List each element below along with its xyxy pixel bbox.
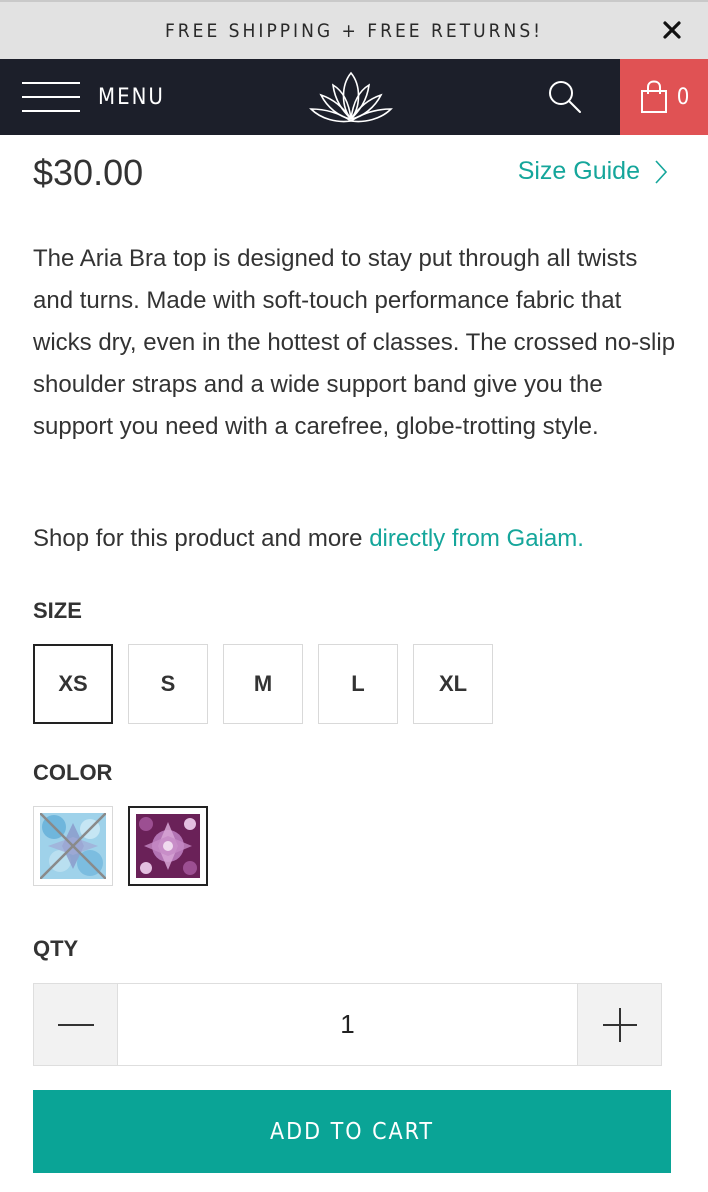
size-guide-label: Size Guide — [517, 157, 640, 185]
cart-button[interactable]: 0 — [620, 59, 708, 135]
qty-label: QTY — [33, 936, 79, 961]
cart-count: 0 — [676, 84, 690, 110]
size-option-m[interactable]: M — [223, 644, 303, 724]
size-selector: XS S M L XL — [33, 644, 508, 724]
minus-icon — [57, 1023, 94, 1026]
announcement-bar: FREE SHIPPING + FREE RETURNS! — [0, 0, 708, 59]
gaiam-link[interactable]: directly from Gaiam. — [369, 525, 584, 552]
qty-decrease-button[interactable] — [34, 984, 118, 1065]
plus-icon — [602, 1007, 637, 1042]
lotus-logo[interactable] — [305, 67, 397, 129]
site-header: MENU 0 — [0, 59, 708, 135]
shopping-bag-icon — [640, 80, 667, 113]
search-icon[interactable] — [544, 77, 584, 117]
size-option-l[interactable]: L — [318, 644, 398, 724]
qty-increase-button[interactable] — [577, 984, 661, 1065]
announcement-text: FREE SHIPPING + FREE RETURNS! — [164, 19, 544, 42]
size-guide-link[interactable]: Size Guide — [518, 157, 668, 186]
product-description: The Aria Bra top is designed to stay put… — [33, 245, 676, 440]
shop-line-text: Shop for this product and more — [33, 525, 370, 552]
shop-line: Shop for this product and more directly … — [33, 518, 693, 560]
color-selector — [33, 806, 223, 886]
add-to-cart-button[interactable]: ADD TO CART — [33, 1090, 671, 1173]
size-option-xl[interactable]: XL — [413, 644, 493, 724]
size-option-s[interactable]: S — [128, 644, 208, 724]
quantity-input[interactable]: 1 — [118, 984, 577, 1065]
chevron-right-icon — [655, 159, 668, 184]
quantity-stepper: 1 — [33, 983, 662, 1066]
color-swatch-purple[interactable] — [128, 806, 208, 886]
menu-button[interactable]: MENU — [22, 73, 172, 121]
size-option-xs[interactable]: XS — [33, 644, 113, 724]
menu-label: MENU — [98, 84, 165, 110]
product-price: $30.00 — [33, 152, 144, 193]
color-swatch-blue-unavailable[interactable] — [33, 806, 113, 886]
size-label: SIZE — [33, 598, 82, 623]
color-label: COLOR — [33, 760, 113, 785]
hamburger-icon — [22, 77, 80, 117]
close-icon[interactable] — [658, 16, 686, 44]
